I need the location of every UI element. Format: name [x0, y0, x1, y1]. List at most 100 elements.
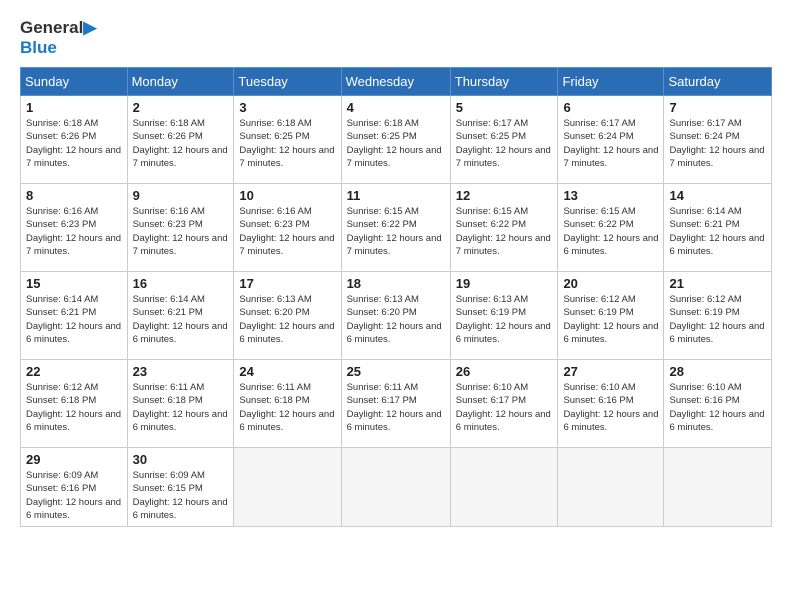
calendar-cell: [664, 448, 772, 527]
calendar-cell: [234, 448, 341, 527]
day-number: 5: [456, 100, 553, 115]
calendar-cell: 21 Sunrise: 6:12 AM Sunset: 6:19 PM Dayl…: [664, 272, 772, 360]
calendar-cell: 2 Sunrise: 6:18 AM Sunset: 6:26 PM Dayli…: [127, 96, 234, 184]
day-info: Sunrise: 6:18 AM Sunset: 6:25 PM Dayligh…: [239, 117, 335, 170]
day-info: Sunrise: 6:14 AM Sunset: 6:21 PM Dayligh…: [26, 293, 122, 346]
day-info: Sunrise: 6:13 AM Sunset: 6:19 PM Dayligh…: [456, 293, 553, 346]
col-header-tuesday: Tuesday: [234, 68, 341, 96]
header: General▶ Blue: [20, 18, 772, 57]
logo: General▶ Blue: [20, 18, 96, 57]
day-number: 24: [239, 364, 335, 379]
calendar-cell: 30 Sunrise: 6:09 AM Sunset: 6:15 PM Dayl…: [127, 448, 234, 527]
calendar-cell: 5 Sunrise: 6:17 AM Sunset: 6:25 PM Dayli…: [450, 96, 558, 184]
day-info: Sunrise: 6:10 AM Sunset: 6:16 PM Dayligh…: [669, 381, 766, 434]
day-info: Sunrise: 6:16 AM Sunset: 6:23 PM Dayligh…: [239, 205, 335, 258]
calendar-cell: 10 Sunrise: 6:16 AM Sunset: 6:23 PM Dayl…: [234, 184, 341, 272]
day-info: Sunrise: 6:18 AM Sunset: 6:26 PM Dayligh…: [133, 117, 229, 170]
day-number: 18: [347, 276, 445, 291]
day-info: Sunrise: 6:11 AM Sunset: 6:17 PM Dayligh…: [347, 381, 445, 434]
calendar-cell: 14 Sunrise: 6:14 AM Sunset: 6:21 PM Dayl…: [664, 184, 772, 272]
day-number: 3: [239, 100, 335, 115]
calendar-cell: 16 Sunrise: 6:14 AM Sunset: 6:21 PM Dayl…: [127, 272, 234, 360]
calendar-cell: 9 Sunrise: 6:16 AM Sunset: 6:23 PM Dayli…: [127, 184, 234, 272]
day-number: 6: [563, 100, 658, 115]
day-info: Sunrise: 6:15 AM Sunset: 6:22 PM Dayligh…: [563, 205, 658, 258]
day-info: Sunrise: 6:10 AM Sunset: 6:16 PM Dayligh…: [563, 381, 658, 434]
col-header-monday: Monday: [127, 68, 234, 96]
calendar-table: SundayMondayTuesdayWednesdayThursdayFrid…: [20, 67, 772, 527]
week-row-4: 22 Sunrise: 6:12 AM Sunset: 6:18 PM Dayl…: [21, 360, 772, 448]
day-info: Sunrise: 6:13 AM Sunset: 6:20 PM Dayligh…: [347, 293, 445, 346]
day-info: Sunrise: 6:12 AM Sunset: 6:19 PM Dayligh…: [669, 293, 766, 346]
day-info: Sunrise: 6:10 AM Sunset: 6:17 PM Dayligh…: [456, 381, 553, 434]
calendar-cell: 15 Sunrise: 6:14 AM Sunset: 6:21 PM Dayl…: [21, 272, 128, 360]
day-info: Sunrise: 6:09 AM Sunset: 6:16 PM Dayligh…: [26, 469, 122, 522]
calendar-cell: [450, 448, 558, 527]
calendar-cell: 28 Sunrise: 6:10 AM Sunset: 6:16 PM Dayl…: [664, 360, 772, 448]
day-info: Sunrise: 6:14 AM Sunset: 6:21 PM Dayligh…: [669, 205, 766, 258]
day-number: 1: [26, 100, 122, 115]
calendar-cell: 1 Sunrise: 6:18 AM Sunset: 6:26 PM Dayli…: [21, 96, 128, 184]
calendar-cell: 3 Sunrise: 6:18 AM Sunset: 6:25 PM Dayli…: [234, 96, 341, 184]
calendar-cell: 23 Sunrise: 6:11 AM Sunset: 6:18 PM Dayl…: [127, 360, 234, 448]
day-info: Sunrise: 6:11 AM Sunset: 6:18 PM Dayligh…: [239, 381, 335, 434]
day-number: 9: [133, 188, 229, 203]
week-row-5: 29 Sunrise: 6:09 AM Sunset: 6:16 PM Dayl…: [21, 448, 772, 527]
day-number: 27: [563, 364, 658, 379]
day-number: 15: [26, 276, 122, 291]
day-info: Sunrise: 6:09 AM Sunset: 6:15 PM Dayligh…: [133, 469, 229, 522]
logo-text: General▶ Blue: [20, 18, 96, 57]
calendar-cell: 24 Sunrise: 6:11 AM Sunset: 6:18 PM Dayl…: [234, 360, 341, 448]
col-header-saturday: Saturday: [664, 68, 772, 96]
week-row-2: 8 Sunrise: 6:16 AM Sunset: 6:23 PM Dayli…: [21, 184, 772, 272]
calendar-cell: 12 Sunrise: 6:15 AM Sunset: 6:22 PM Dayl…: [450, 184, 558, 272]
day-number: 13: [563, 188, 658, 203]
day-number: 25: [347, 364, 445, 379]
day-info: Sunrise: 6:16 AM Sunset: 6:23 PM Dayligh…: [26, 205, 122, 258]
day-number: 14: [669, 188, 766, 203]
day-info: Sunrise: 6:13 AM Sunset: 6:20 PM Dayligh…: [239, 293, 335, 346]
col-header-thursday: Thursday: [450, 68, 558, 96]
week-row-3: 15 Sunrise: 6:14 AM Sunset: 6:21 PM Dayl…: [21, 272, 772, 360]
calendar-cell: 13 Sunrise: 6:15 AM Sunset: 6:22 PM Dayl…: [558, 184, 664, 272]
calendar-cell: 22 Sunrise: 6:12 AM Sunset: 6:18 PM Dayl…: [21, 360, 128, 448]
day-number: 17: [239, 276, 335, 291]
day-number: 19: [456, 276, 553, 291]
calendar-cell: 4 Sunrise: 6:18 AM Sunset: 6:25 PM Dayli…: [341, 96, 450, 184]
day-info: Sunrise: 6:18 AM Sunset: 6:26 PM Dayligh…: [26, 117, 122, 170]
calendar-cell: 18 Sunrise: 6:13 AM Sunset: 6:20 PM Dayl…: [341, 272, 450, 360]
calendar-cell: 26 Sunrise: 6:10 AM Sunset: 6:17 PM Dayl…: [450, 360, 558, 448]
day-info: Sunrise: 6:15 AM Sunset: 6:22 PM Dayligh…: [456, 205, 553, 258]
day-info: Sunrise: 6:12 AM Sunset: 6:19 PM Dayligh…: [563, 293, 658, 346]
day-number: 8: [26, 188, 122, 203]
day-number: 2: [133, 100, 229, 115]
calendar-cell: 19 Sunrise: 6:13 AM Sunset: 6:19 PM Dayl…: [450, 272, 558, 360]
calendar-cell: 17 Sunrise: 6:13 AM Sunset: 6:20 PM Dayl…: [234, 272, 341, 360]
day-number: 11: [347, 188, 445, 203]
day-number: 7: [669, 100, 766, 115]
day-number: 26: [456, 364, 553, 379]
day-number: 4: [347, 100, 445, 115]
day-info: Sunrise: 6:16 AM Sunset: 6:23 PM Dayligh…: [133, 205, 229, 258]
day-info: Sunrise: 6:14 AM Sunset: 6:21 PM Dayligh…: [133, 293, 229, 346]
calendar-cell: 11 Sunrise: 6:15 AM Sunset: 6:22 PM Dayl…: [341, 184, 450, 272]
col-header-wednesday: Wednesday: [341, 68, 450, 96]
calendar-cell: 6 Sunrise: 6:17 AM Sunset: 6:24 PM Dayli…: [558, 96, 664, 184]
day-info: Sunrise: 6:18 AM Sunset: 6:25 PM Dayligh…: [347, 117, 445, 170]
week-row-1: 1 Sunrise: 6:18 AM Sunset: 6:26 PM Dayli…: [21, 96, 772, 184]
day-info: Sunrise: 6:12 AM Sunset: 6:18 PM Dayligh…: [26, 381, 122, 434]
day-info: Sunrise: 6:11 AM Sunset: 6:18 PM Dayligh…: [133, 381, 229, 434]
calendar-cell: 7 Sunrise: 6:17 AM Sunset: 6:24 PM Dayli…: [664, 96, 772, 184]
calendar-cell: [558, 448, 664, 527]
day-number: 23: [133, 364, 229, 379]
day-number: 22: [26, 364, 122, 379]
calendar-cell: 8 Sunrise: 6:16 AM Sunset: 6:23 PM Dayli…: [21, 184, 128, 272]
day-number: 29: [26, 452, 122, 467]
day-number: 10: [239, 188, 335, 203]
day-number: 30: [133, 452, 229, 467]
day-info: Sunrise: 6:17 AM Sunset: 6:24 PM Dayligh…: [669, 117, 766, 170]
calendar-header-row: SundayMondayTuesdayWednesdayThursdayFrid…: [21, 68, 772, 96]
col-header-sunday: Sunday: [21, 68, 128, 96]
day-info: Sunrise: 6:17 AM Sunset: 6:24 PM Dayligh…: [563, 117, 658, 170]
day-number: 28: [669, 364, 766, 379]
